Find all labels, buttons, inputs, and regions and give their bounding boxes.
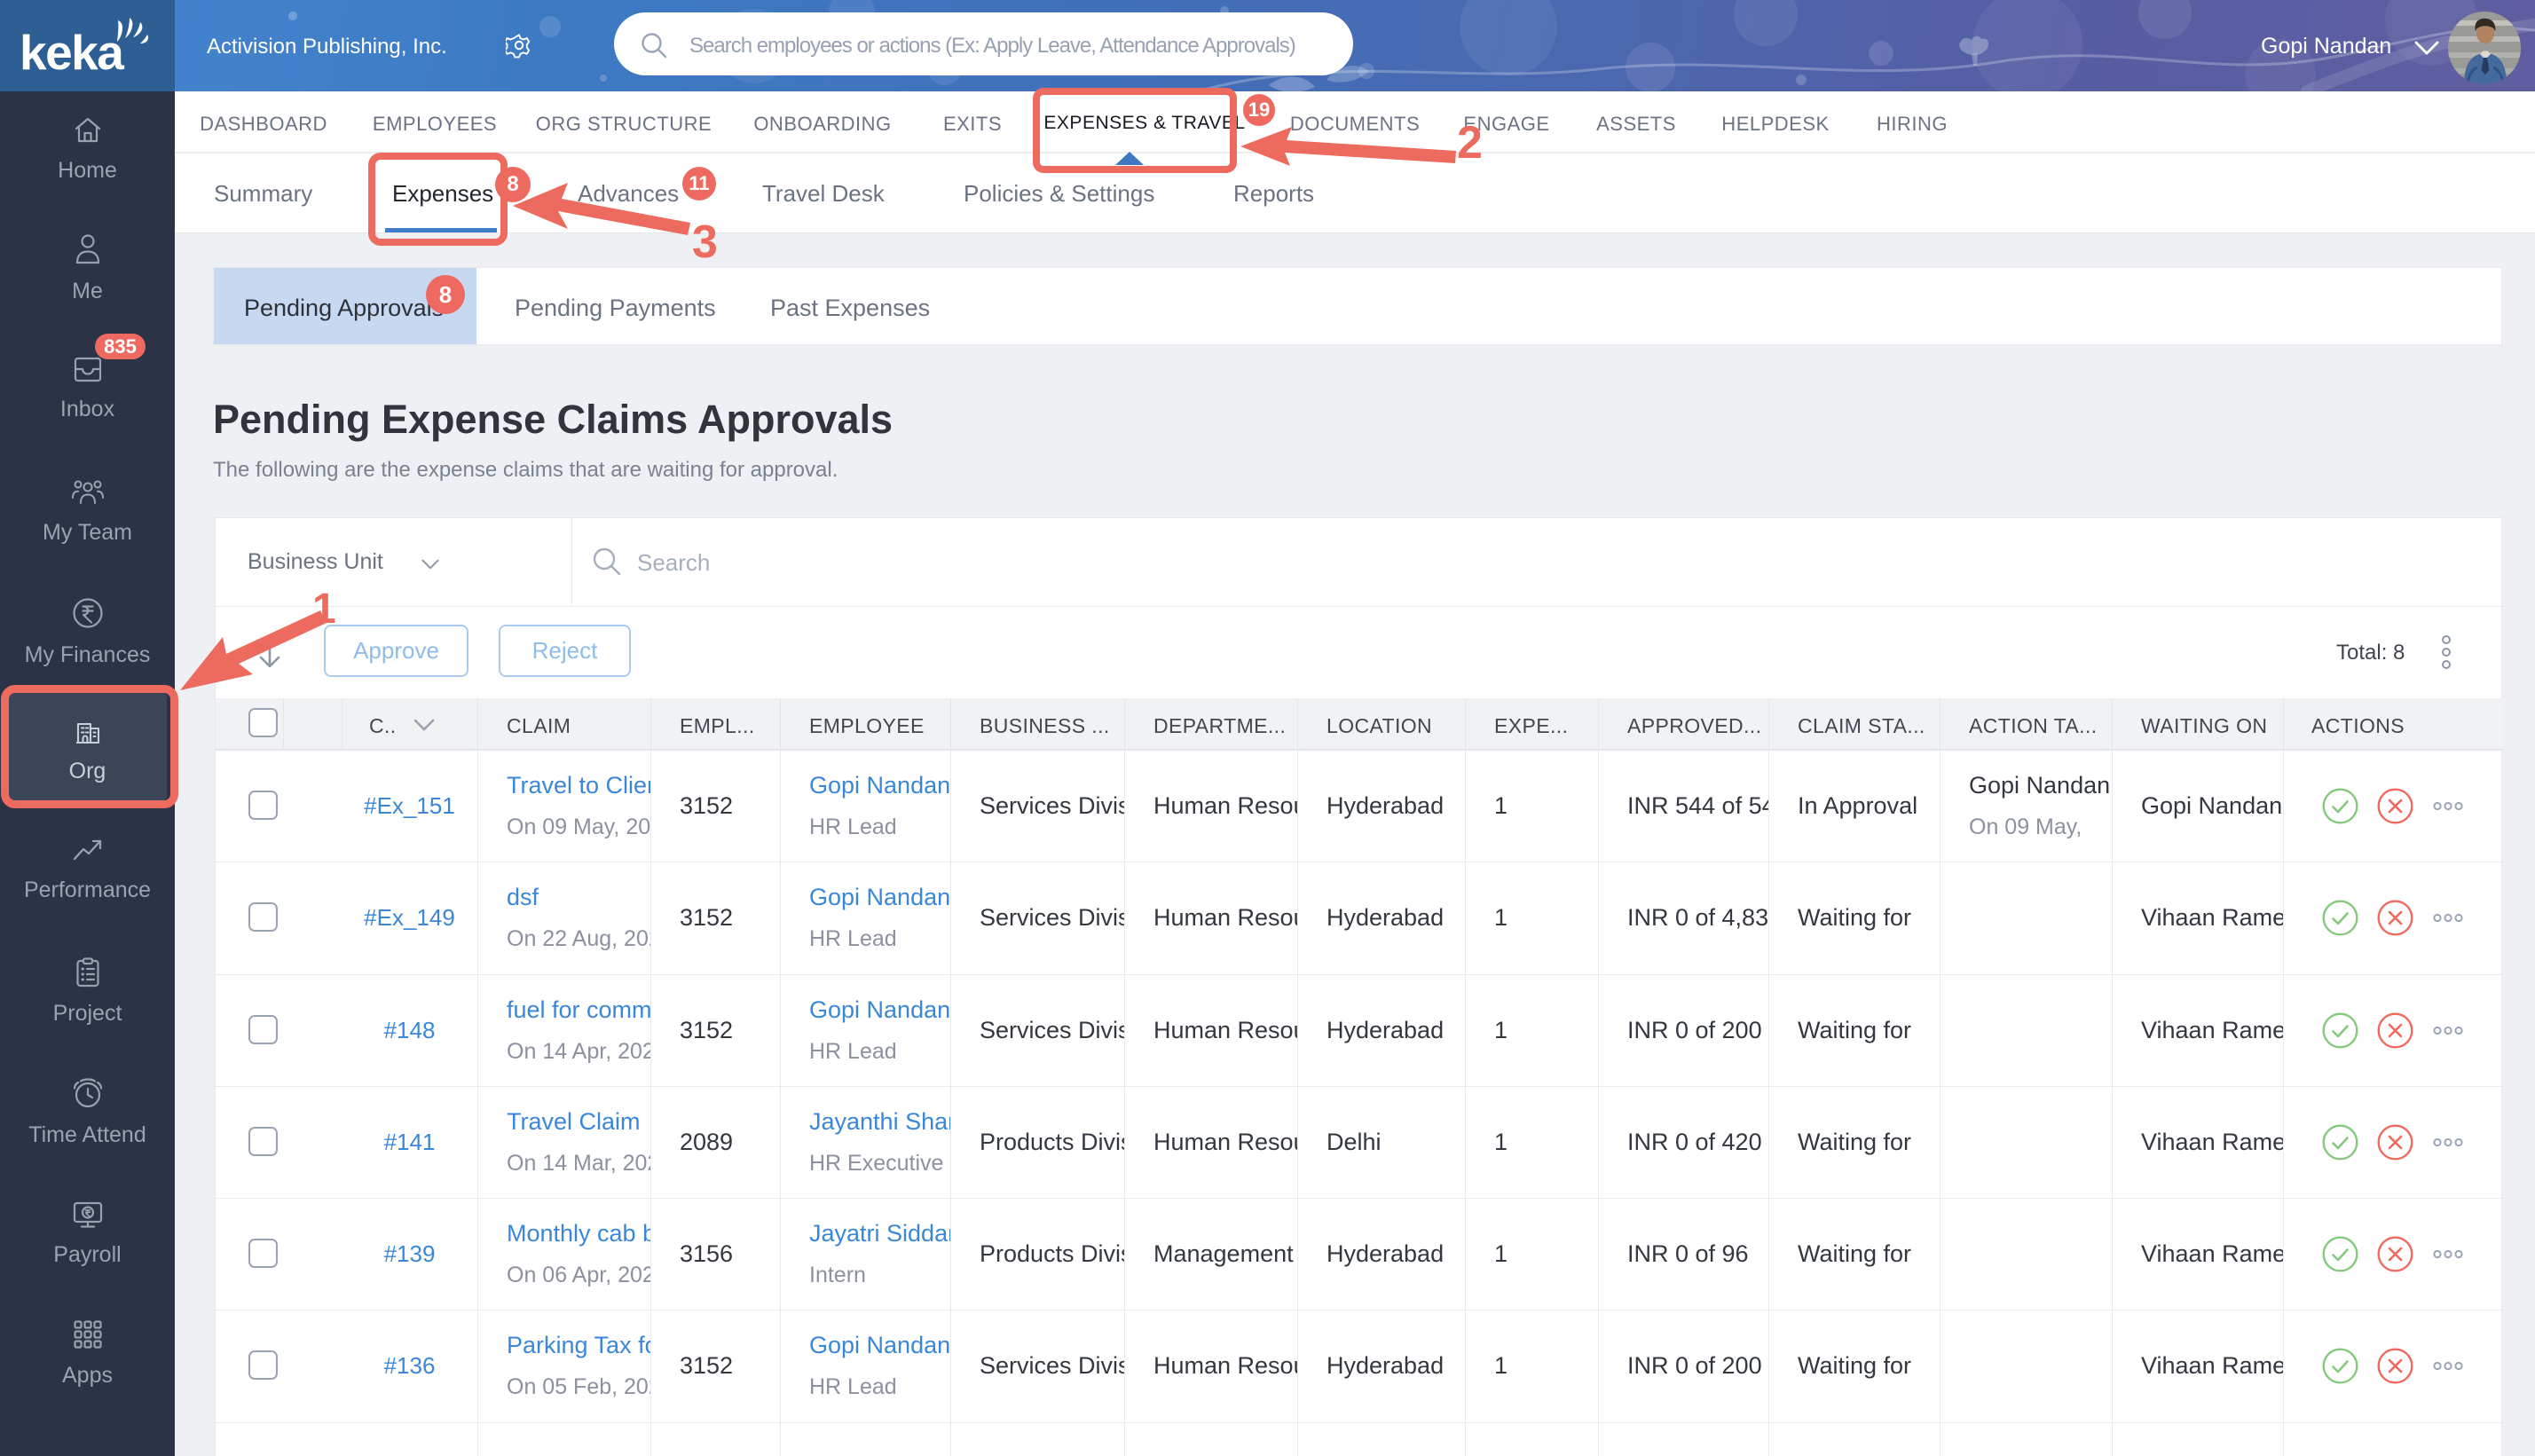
svg-text:3: 3 <box>692 216 718 262</box>
svg-text:2: 2 <box>1457 117 1483 169</box>
svg-text:1: 1 <box>312 586 336 633</box>
